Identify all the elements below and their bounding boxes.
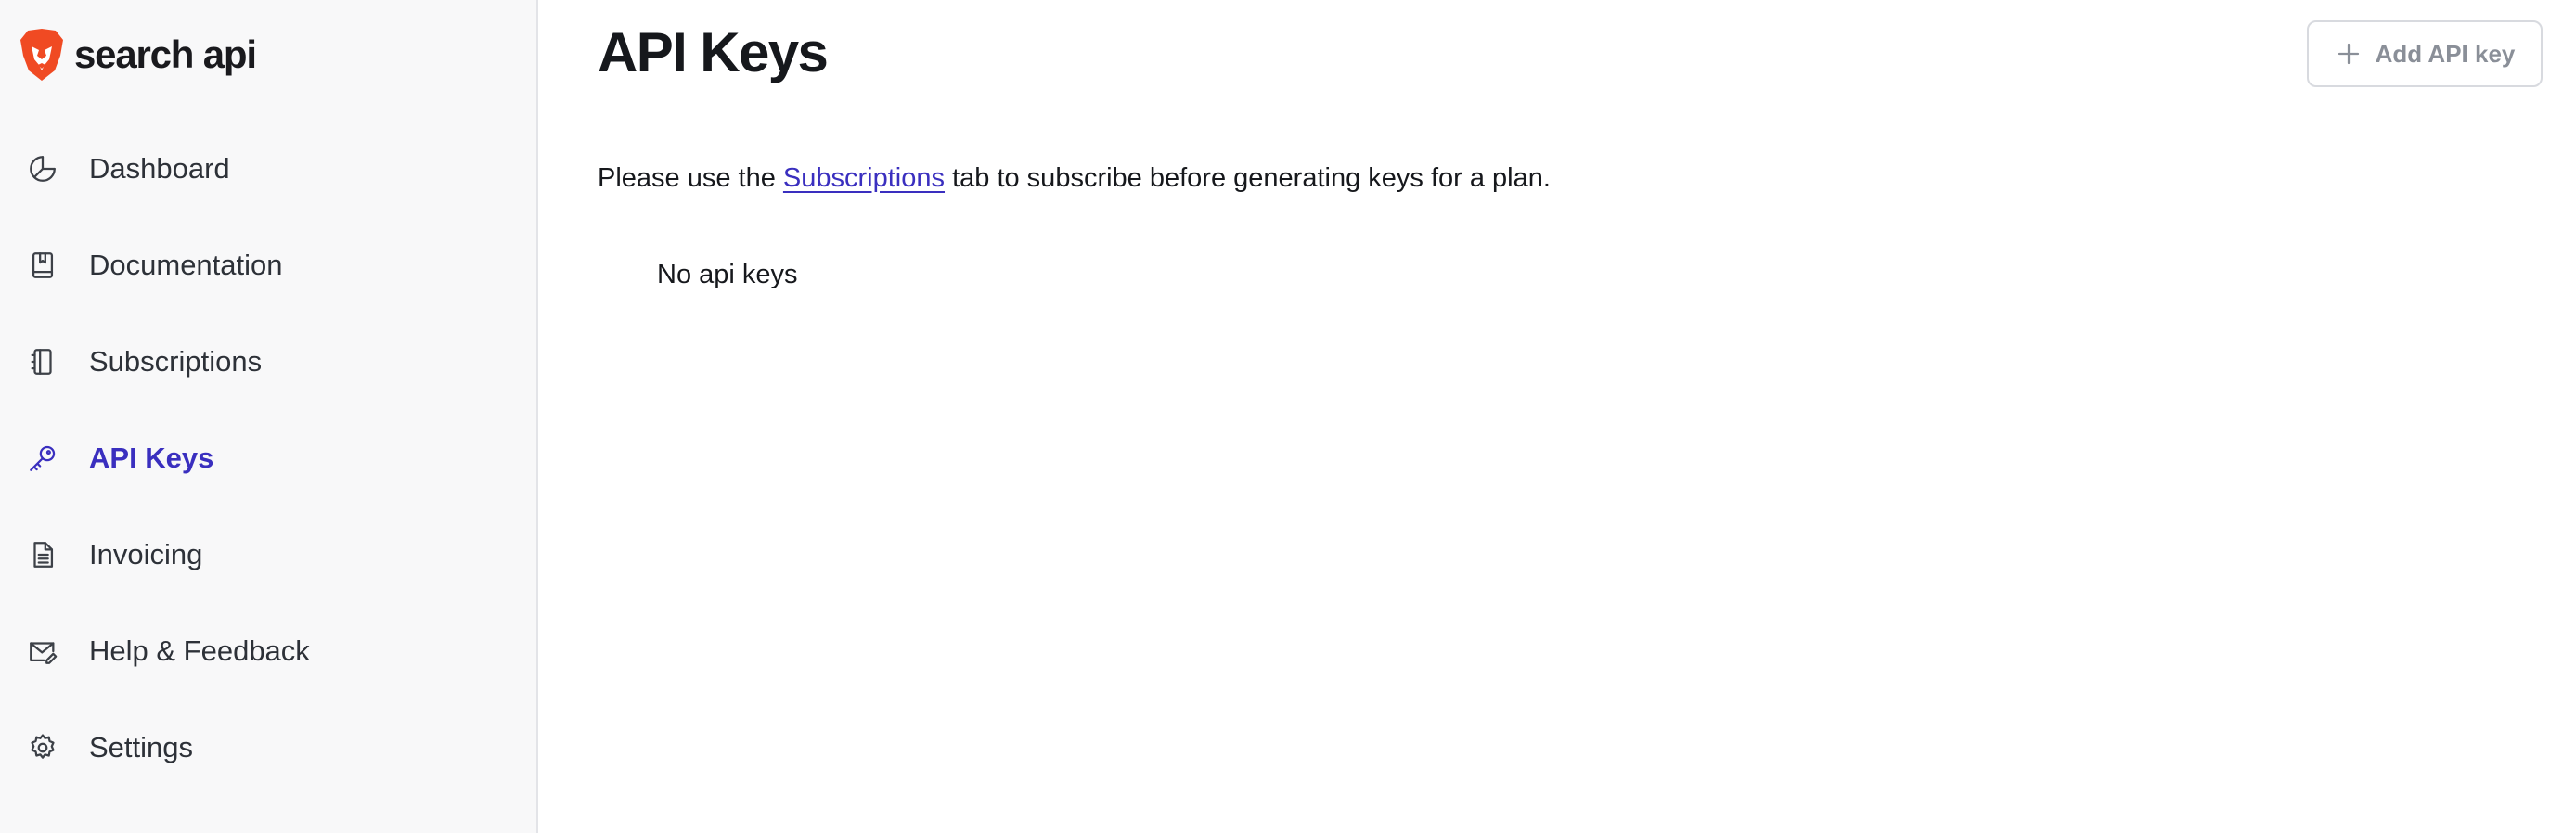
app-root: search api Dashboard Documentation Subsc… (0, 0, 2576, 833)
mail-icon (26, 634, 59, 668)
document-icon (26, 538, 59, 571)
sidebar-item-label: Documentation (89, 249, 283, 281)
brand[interactable]: search api (19, 28, 257, 82)
sidebar-item-label: Settings (89, 731, 194, 763)
empty-state: No api keys (657, 260, 798, 289)
gear-icon (26, 731, 59, 764)
subscription-notice: Please use the Subscriptions tab to subs… (598, 163, 1551, 194)
sidebar-nav: Dashboard Documentation Subscriptions AP… (0, 121, 536, 796)
add-api-key-label: Add API key (2375, 39, 2516, 68)
plus-icon (2338, 43, 2359, 65)
sidebar-item-label: Help & Feedback (89, 634, 310, 667)
add-api-key-button[interactable]: Add API key (2307, 20, 2543, 87)
lion-logo-icon (20, 29, 63, 81)
sidebar-item-label: Dashboard (89, 152, 230, 185)
brand-name: search api (74, 32, 257, 76)
notebook-icon (26, 345, 59, 378)
sidebar: search api Dashboard Documentation Subsc… (0, 0, 538, 833)
notice-text-before: Please use the (598, 163, 783, 193)
sidebar-item-settings[interactable]: Settings (0, 699, 536, 796)
sidebar-item-label: Subscriptions (89, 345, 263, 378)
notice-text-after: tab to subscribe before generating keys … (945, 163, 1551, 193)
sidebar-item-label: API Keys (89, 442, 214, 474)
sidebar-item-dashboard[interactable]: Dashboard (0, 121, 536, 217)
sidebar-item-subscriptions[interactable]: Subscriptions (0, 314, 536, 410)
sidebar-item-help-feedback[interactable]: Help & Feedback (0, 603, 536, 699)
key-icon (26, 442, 59, 475)
sidebar-item-api-keys[interactable]: API Keys (0, 410, 536, 506)
page-title: API Keys (598, 21, 829, 83)
main-content: API Keys Add API key Please use the Subs… (538, 0, 2576, 833)
sidebar-item-invoicing[interactable]: Invoicing (0, 506, 536, 603)
sidebar-item-documentation[interactable]: Documentation (0, 217, 536, 314)
subscriptions-link[interactable]: Subscriptions (783, 163, 945, 193)
sidebar-item-label: Invoicing (89, 538, 203, 570)
pie-chart-icon (26, 152, 59, 186)
book-icon (26, 249, 59, 282)
